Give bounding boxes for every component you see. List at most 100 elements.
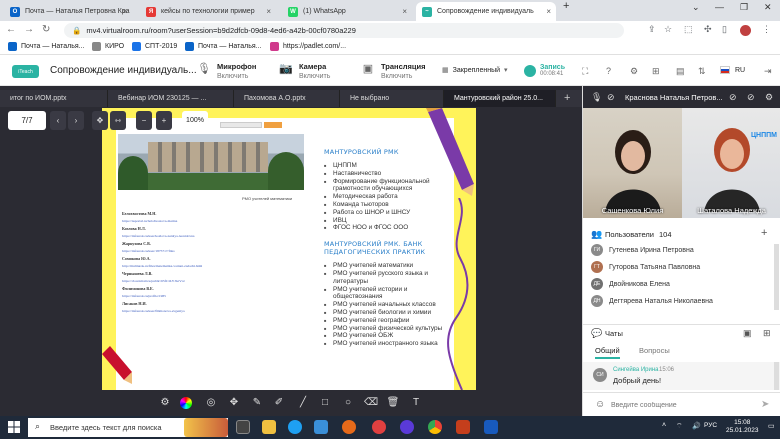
- bookmark-item[interactable]: КИРО: [92, 42, 124, 51]
- user-row[interactable]: ГТ Гуторова Татьяна Павловна: [591, 259, 700, 275]
- sidepanel-icon[interactable]: ▯: [722, 24, 727, 35]
- store-icon[interactable]: [314, 420, 328, 434]
- zoom-level[interactable]: 100%: [182, 111, 208, 130]
- new-tab-button[interactable]: +: [563, 0, 569, 12]
- back-icon[interactable]: ←: [6, 24, 16, 35]
- word-icon[interactable]: [484, 420, 498, 434]
- move-icon[interactable]: ✥: [92, 111, 108, 130]
- microphone-toggle[interactable]: 🎙 Микрофон Включить: [196, 62, 256, 80]
- pen-icon[interactable]: ✎: [250, 396, 264, 410]
- trash-icon[interactable]: 🗑: [386, 396, 400, 410]
- doc-tab[interactable]: Пахомова А.О.pptx: [234, 90, 340, 107]
- exit-icon[interactable]: ⇥: [764, 66, 772, 77]
- close-icon[interactable]: ×: [122, 7, 127, 16]
- stats-icon[interactable]: ▤: [676, 66, 685, 77]
- bookmark-item[interactable]: Почта — Наталья...: [185, 42, 262, 51]
- move-icon[interactable]: ✥: [227, 396, 241, 410]
- url-field[interactable]: 🔒 mv4.virtualroom.ru/room?userSession=b9…: [64, 23, 624, 38]
- profile-avatar[interactable]: [740, 25, 751, 36]
- tab-search-icon[interactable]: ⌄: [692, 2, 700, 13]
- edge-icon[interactable]: [288, 420, 302, 434]
- user-row[interactable]: ДЕ Двойникова Елена: [591, 276, 670, 292]
- minimize-icon[interactable]: —: [715, 2, 724, 12]
- bookmark-item[interactable]: Почта — Наталья...: [8, 42, 85, 51]
- language-select[interactable]: RU: [720, 66, 745, 74]
- doc-tab-active[interactable]: Мантуровский район 25.0...: [444, 90, 556, 107]
- settings-icon[interactable]: ⚙: [630, 66, 638, 77]
- bookmark-star-icon[interactable]: ☆: [664, 24, 672, 35]
- next-slide-button[interactable]: ›: [68, 111, 84, 130]
- user-row[interactable]: ДН Дегтярева Наталья Николаевна: [591, 293, 713, 309]
- browser-tab[interactable]: O Почта — Наталья Петровна Кра ×: [4, 2, 132, 21]
- menu-dots-icon[interactable]: ⋮: [762, 24, 771, 35]
- volume-icon[interactable]: 🔊: [692, 422, 701, 430]
- camera-toggle[interactable]: 📷 Камера Включить: [278, 62, 330, 80]
- broadcast-toggle[interactable]: ▣ Трансляция Включить: [360, 62, 426, 80]
- send-icon[interactable]: ➤: [761, 399, 769, 410]
- add-tab-button[interactable]: +: [564, 92, 570, 104]
- window-close-icon[interactable]: ✕: [764, 2, 772, 13]
- mic-off-icon[interactable]: 🎙: [591, 92, 602, 103]
- palette-icon[interactable]: ◎: [204, 396, 218, 410]
- prev-slide-button[interactable]: ‹: [50, 111, 66, 130]
- tray-chevron-icon[interactable]: ˄: [662, 422, 666, 429]
- users-scrollbar[interactable]: [774, 244, 779, 310]
- browser-tab-active[interactable]: ~ Сопровождение индивидуаль ×: [416, 2, 556, 21]
- eraser-icon[interactable]: ⌫: [364, 396, 378, 410]
- line-icon[interactable]: ╱: [296, 396, 310, 410]
- windows-start-icon[interactable]: [8, 421, 20, 433]
- chat-scrollbar[interactable]: [774, 362, 779, 390]
- doc-tab[interactable]: итог по ИОМ.pptx: [0, 90, 108, 107]
- rectangle-icon[interactable]: □: [318, 396, 332, 410]
- mic-off-icon[interactable]: ⊘: [729, 92, 737, 103]
- doc-tab[interactable]: Вебинар ИОМ 230125 — ...: [108, 90, 234, 107]
- task-view-icon[interactable]: [236, 420, 250, 434]
- powerpoint-icon[interactable]: [456, 420, 470, 434]
- system-clock[interactable]: 15:08 25.01.2023: [726, 419, 759, 435]
- close-icon[interactable]: ×: [266, 7, 271, 16]
- doc-tab[interactable]: Не выбрано: [340, 90, 444, 107]
- chat-message-input[interactable]: [611, 398, 741, 412]
- fit-width-icon[interactable]: ⇿: [110, 111, 126, 130]
- chrome-icon[interactable]: [428, 420, 442, 434]
- browser-tab[interactable]: W (1) WhatsApp ×: [282, 2, 412, 21]
- discord-icon[interactable]: [400, 420, 414, 434]
- extension-icon[interactable]: ⬚: [684, 24, 693, 35]
- network-icon[interactable]: ⇅: [698, 66, 706, 77]
- layout-select[interactable]: ▦ Закрепленный ▾: [442, 66, 508, 75]
- yandex-browser-icon[interactable]: [372, 420, 386, 434]
- circle-icon[interactable]: ○: [341, 396, 355, 410]
- firefox-icon[interactable]: [342, 420, 356, 434]
- fullscreen-icon[interactable]: ⛶: [582, 66, 588, 77]
- forward-icon[interactable]: →: [24, 24, 34, 35]
- camera-off-icon[interactable]: ⊘: [607, 92, 615, 103]
- zoom-in-button[interactable]: +: [156, 111, 172, 130]
- settings-icon[interactable]: ⚙: [765, 92, 773, 103]
- reload-icon[interactable]: ↻: [42, 24, 50, 35]
- input-language[interactable]: РУС: [704, 422, 717, 429]
- new-chat-icon[interactable]: ⊞: [763, 328, 771, 339]
- tab-general[interactable]: Общий: [595, 346, 620, 359]
- emoji-icon[interactable]: ☺: [595, 399, 605, 410]
- video-tile[interactable]: ЦНППМ Шаталова Надежда: [682, 108, 780, 218]
- news-widget-icon[interactable]: [184, 418, 228, 437]
- text-icon[interactable]: T: [409, 396, 423, 410]
- notifications-icon[interactable]: ▭: [768, 422, 775, 430]
- network-tray-icon[interactable]: ⌔: [676, 422, 683, 431]
- record-indicator[interactable]: Запись 00:08:41: [524, 64, 565, 77]
- add-user-button[interactable]: +: [761, 227, 767, 239]
- browser-tab[interactable]: Я кейсы по технологии пример ×: [140, 2, 276, 21]
- video-off-icon[interactable]: ⊘: [747, 92, 755, 103]
- tab-questions[interactable]: Вопросы: [639, 346, 670, 355]
- video-tile[interactable]: Сашенкова Юлия: [583, 108, 682, 218]
- close-icon[interactable]: ×: [402, 7, 407, 16]
- bookmark-item[interactable]: СПТ-2019: [132, 42, 177, 51]
- bookmark-item[interactable]: https://padlet.com/...: [270, 42, 346, 51]
- grid-icon[interactable]: ⊞: [652, 66, 660, 77]
- restore-icon[interactable]: ❐: [740, 2, 748, 13]
- close-icon[interactable]: ×: [546, 7, 551, 16]
- zoom-out-button[interactable]: −: [136, 111, 152, 130]
- file-explorer-icon[interactable]: [262, 420, 276, 434]
- share-icon[interactable]: ⇪: [648, 24, 656, 35]
- marker-icon[interactable]: ✐: [272, 396, 286, 410]
